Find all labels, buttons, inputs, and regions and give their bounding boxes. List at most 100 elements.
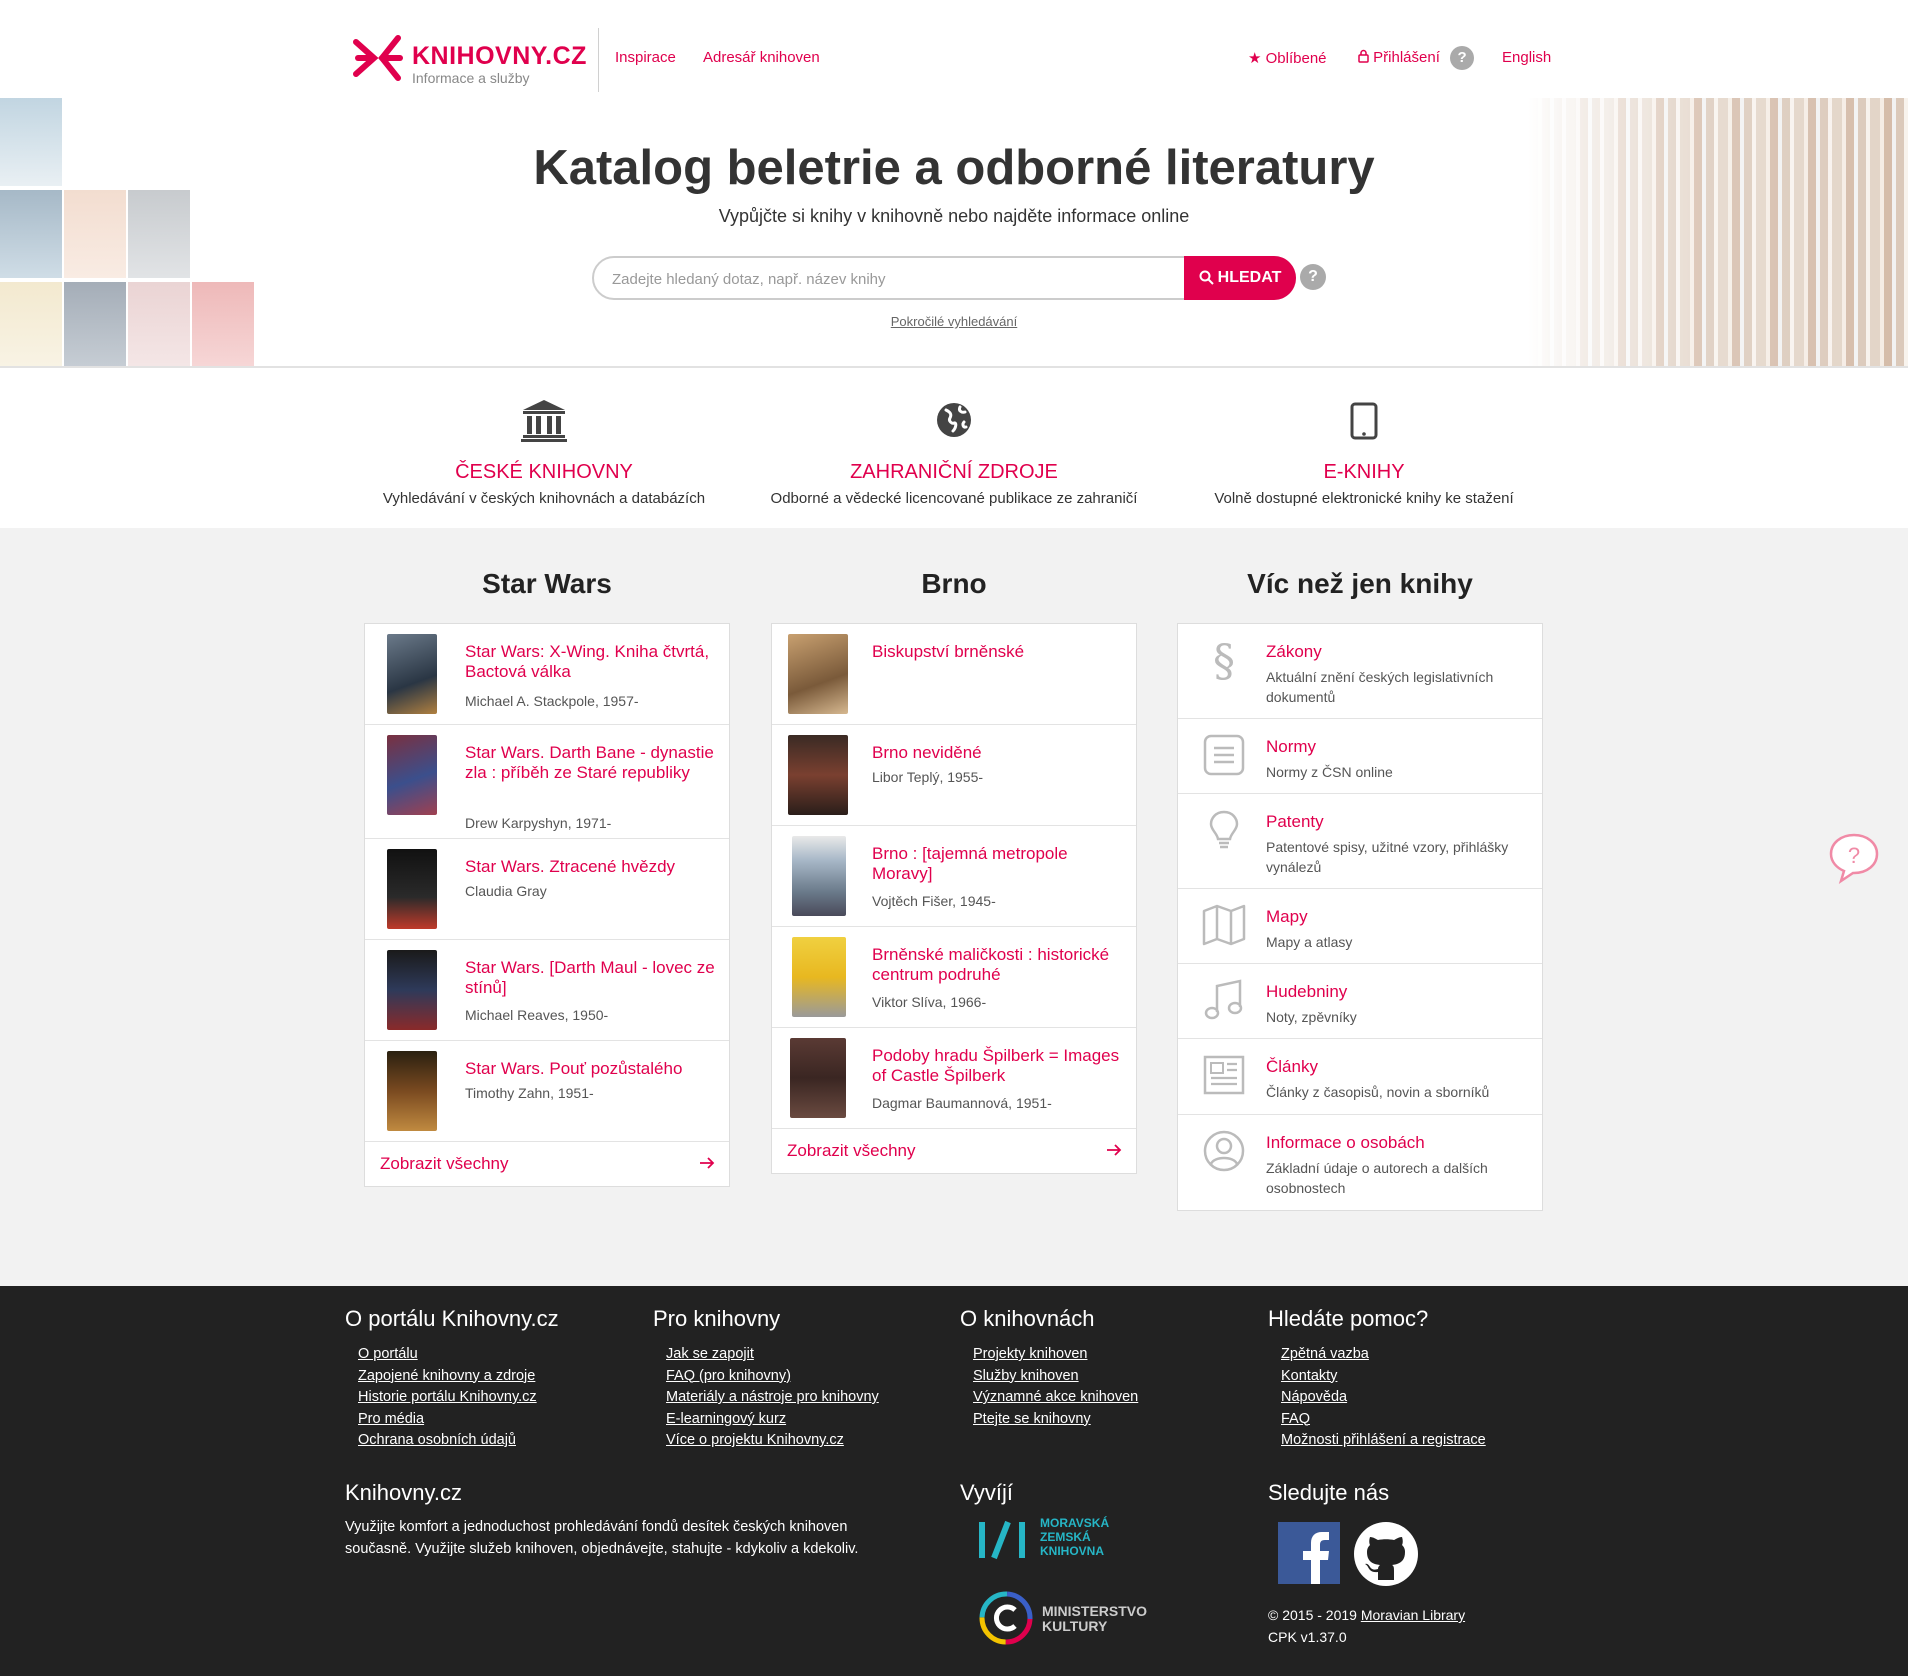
page-title: Katalog beletrie a odborné literatury (533, 141, 1375, 195)
page-subtitle: Vypůjčte si knihy v knihovně nebo najdět… (718, 206, 1190, 226)
book-item[interactable]: Star Wars: X-Wing. Kniha čtvrtá, Bactová… (365, 624, 729, 725)
svg-text:?: ? (1848, 843, 1860, 868)
footer-heading: Hledáte pomoc? (1268, 1306, 1429, 1331)
nav-adresar-knihoven[interactable]: Adresář knihoven (703, 49, 820, 66)
book-title[interactable]: Brněnské maličkosti : historické centrum… (872, 945, 1122, 984)
book-author: Drew Karpyshyn, 1971- (465, 815, 612, 831)
footer-link[interactable]: Možnosti přihlášení a registrace (1281, 1430, 1568, 1452)
favorites-link[interactable]: ★ Oblíbené (1248, 49, 1327, 67)
footer-for-libraries: Pro knihovny Jak se zapojit FAQ (pro kni… (653, 1306, 953, 1452)
category-ceske-knihovny[interactable]: ČESKÉ KNIHOVNY Vyhledávání v českých kni… (354, 398, 734, 507)
book-author: Michael Reaves, 1950- (465, 1007, 609, 1023)
github-link[interactable] (1354, 1522, 1418, 1586)
book-title[interactable]: Brno neviděné (872, 743, 1122, 763)
search-button[interactable]: HLEDAT (1184, 256, 1296, 300)
book-title[interactable]: Star Wars: X-Wing. Kniha čtvrtá, Bactová… (465, 642, 715, 681)
arrow-right-icon (700, 1157, 715, 1169)
mzk-logo[interactable]: MORAVSKÁ ZEMSKÁ KNIHOVNA (978, 1514, 1178, 1564)
library-building-icon (521, 400, 567, 442)
book-item[interactable]: Star Wars. Darth Bane - dynastie zla : p… (365, 725, 729, 839)
show-all-link[interactable]: Zobrazit všechny (365, 1142, 729, 1186)
nav-inspirace[interactable]: Inspirace (615, 49, 676, 66)
footer-link[interactable]: Zapojené knihovny a zdroje (358, 1366, 645, 1388)
book-title[interactable]: Brno : [tajemná metropole Moravy] (872, 844, 1122, 883)
book-item[interactable]: Biskupství brněnské (772, 624, 1136, 725)
facebook-link[interactable] (1278, 1522, 1340, 1584)
search-input[interactable] (612, 266, 1172, 292)
footer-link[interactable]: O portálu (358, 1344, 645, 1366)
category-desc: Odborné a vědecké licencované publikace … (770, 490, 1138, 507)
person-icon (1203, 1130, 1245, 1172)
book-item[interactable]: Podoby hradu Špilberk = Images of Castle… (772, 1028, 1136, 1129)
resource-osoby[interactable]: Informace o osobách Základní údaje o aut… (1178, 1115, 1542, 1210)
footer-link[interactable]: Historie portálu Knihovny.cz (358, 1387, 645, 1409)
footer-link[interactable]: Pro média (358, 1409, 645, 1431)
book-author: Claudia Gray (465, 883, 547, 899)
category-desc: Vyhledávání v českých knihovnách a datab… (382, 490, 706, 507)
book-title[interactable]: Star Wars. [Darth Maul - lovec ze stínů] (465, 958, 715, 997)
book-item[interactable]: Star Wars. [Darth Maul - lovec ze stínů]… (365, 940, 729, 1041)
footer-link[interactable]: Ochrana osobních údajů (358, 1430, 645, 1452)
globe-icon (937, 403, 971, 437)
footer-link[interactable]: FAQ (pro knihovny) (666, 1366, 953, 1388)
book-cover (792, 937, 846, 1017)
book-item[interactable]: Star Wars. Ztracené hvězdy Claudia Gray (365, 839, 729, 940)
footer-link[interactable]: Zpětná vazba (1281, 1344, 1568, 1366)
footer-link[interactable]: E-learningový kurz (666, 1409, 953, 1431)
resource-patenty[interactable]: Patenty Patentové spisy, užitné vzory, p… (1178, 794, 1542, 889)
book-title[interactable]: Star Wars. Ztracené hvězdy (465, 857, 715, 877)
category-title: E-KNIHY (1323, 461, 1405, 483)
footer-link[interactable]: Projekty knihoven (973, 1344, 1260, 1366)
logo-name: KNIHOVNY.CZ (412, 42, 587, 70)
book-title[interactable]: Star Wars. Pouť pozůstalého (465, 1059, 715, 1079)
resource-clanky[interactable]: Články Články z časopisů, novin a sborní… (1178, 1039, 1542, 1115)
footer-link[interactable]: Kontakty (1281, 1366, 1568, 1388)
search-help-icon[interactable]: ? (1300, 264, 1326, 290)
map-icon (1202, 904, 1246, 946)
mk-logo[interactable]: MINISTERSTVO KULTURY (978, 1590, 1178, 1650)
book-item[interactable]: Brno neviděné Libor Teplý, 1955- (772, 725, 1136, 826)
language-switch[interactable]: English (1502, 49, 1551, 66)
book-title[interactable]: Star Wars. Darth Bane - dynastie zla : p… (465, 743, 715, 782)
footer-link[interactable]: FAQ (1281, 1409, 1568, 1431)
footer-link[interactable]: Služby knihoven (973, 1366, 1260, 1388)
book-item[interactable]: Brno : [tajemná metropole Moravy] Vojtěc… (772, 826, 1136, 927)
book-item[interactable]: Brněnské maličkosti : historické centrum… (772, 927, 1136, 1028)
copyright: © 2015 - 2019 Moravian Library CPK v1.37… (1268, 1604, 1465, 1648)
section-title: Brno (921, 568, 987, 599)
resource-title: Mapy (1266, 907, 1308, 926)
footer-link[interactable]: Ptejte se knihovny (973, 1409, 1260, 1431)
footer-link[interactable]: Více o projektu Knihovny.cz (666, 1430, 953, 1452)
logo-mark-icon (353, 35, 403, 81)
resource-normy[interactable]: Normy Normy z ČSN online (1178, 719, 1542, 794)
login-link[interactable]: Přihlášení ? (1358, 46, 1475, 70)
show-all-link[interactable]: Zobrazit všechny (772, 1129, 1136, 1173)
footer-link[interactable]: Významné akce knihoven (973, 1387, 1260, 1409)
book-title[interactable]: Biskupství brněnské (872, 642, 1122, 662)
resource-title: Normy (1266, 737, 1317, 756)
moravian-library-link[interactable]: Moravian Library (1361, 1607, 1465, 1623)
category-e-knihy[interactable]: E-KNIHY Volně dostupné elektronické knih… (1174, 398, 1554, 507)
login-label: Přihlášení (1373, 48, 1440, 66)
book-title[interactable]: Podoby hradu Špilberk = Images of Castle… (872, 1046, 1122, 1085)
github-icon (1354, 1522, 1418, 1586)
logo[interactable]: KNIHOVNY.CZ Informace a služby (352, 28, 586, 88)
login-help-icon[interactable]: ? (1450, 46, 1475, 70)
resource-title: Patenty (1266, 812, 1324, 831)
resource-title: Informace o osobách (1266, 1133, 1425, 1152)
resource-hudebniny[interactable]: Hudebniny Noty, zpěvníky (1178, 964, 1542, 1039)
category-zahranicni-zdroje[interactable]: ZAHRANIČNÍ ZDROJE Odborné a vědecké lice… (764, 398, 1144, 507)
resource-desc: Aktuální znění českých legislativních do… (1266, 669, 1494, 705)
book-item[interactable]: Star Wars. Pouť pozůstalého Timothy Zahn… (365, 1041, 729, 1142)
footer-link[interactable]: Materiály a nástroje pro knihovny (666, 1387, 953, 1409)
advanced-search-link[interactable]: Pokročilé vyhledávání (0, 314, 1908, 329)
resource-mapy[interactable]: Mapy Mapy a atlasy (1178, 889, 1542, 964)
footer-link[interactable]: Nápověda (1281, 1387, 1568, 1409)
resource-zakony[interactable]: § Zákony Aktuální znění českých legislat… (1178, 624, 1542, 719)
help-chat-icon[interactable]: ? (1828, 832, 1880, 884)
search-button-label: HLEDAT (1217, 269, 1282, 286)
book-cover (387, 950, 437, 1030)
mzk-logo-line: ZEMSKÁ (1040, 1530, 1091, 1544)
footer: O portálu Knihovny.cz O portálu Zapojené… (0, 1286, 1908, 1676)
footer-link[interactable]: Jak se zapojit (666, 1344, 953, 1366)
